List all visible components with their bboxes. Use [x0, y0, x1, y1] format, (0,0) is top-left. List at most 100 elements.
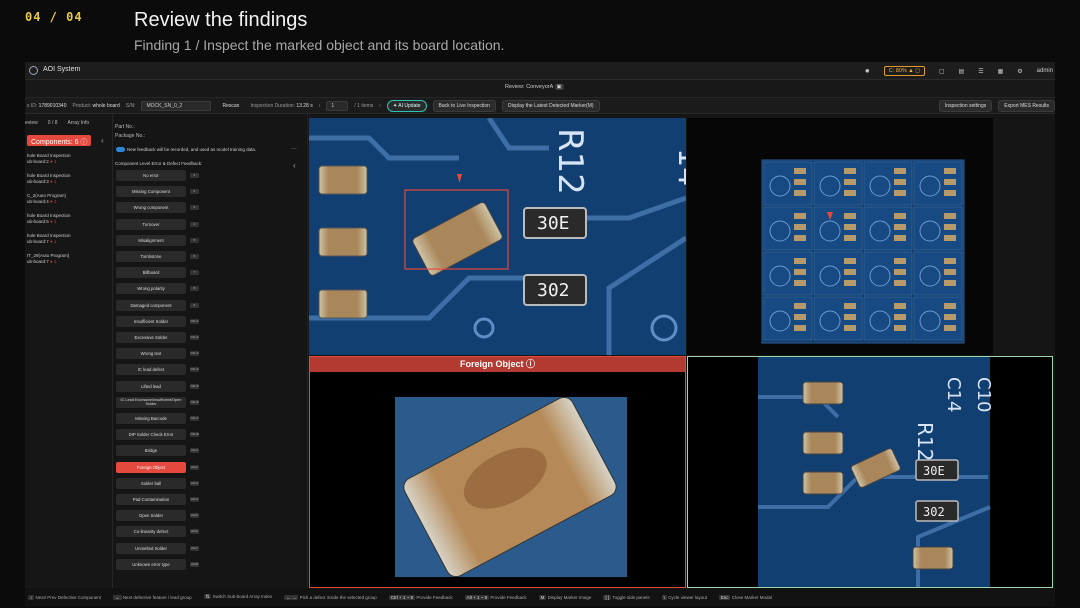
sun-icon[interactable]: ✹ [865, 68, 870, 75]
feedback-section-title: Component Level Error & Defect Feedback: [115, 161, 203, 166]
chip-label-1: 30E [537, 213, 570, 234]
id-label: s ID: 1789010340 [27, 102, 67, 109]
defect-type-button[interactable]: Insufficient Solder Ctrl+1 [116, 315, 199, 327]
user-name[interactable]: admin [1037, 68, 1055, 74]
components-count-button[interactable]: Components: 6 ⓘ [27, 135, 92, 146]
chevron-right-icon[interactable]: › [379, 103, 381, 109]
shortcut-hint: M Display Marker Image [538, 594, 592, 600]
shortcut-key: Alt+6 [190, 529, 199, 535]
defect-type-button[interactable]: Unmelted Solder Alt+7 [116, 542, 199, 554]
list-icon[interactable]: ☰ [978, 68, 983, 75]
shortcut-key: 3 [190, 205, 199, 211]
silk-r12-ctx: R12 [913, 422, 937, 461]
defect-type-button[interactable]: Misalignment 5 [116, 234, 199, 246]
defect-type-button[interactable]: Turnover 4 [116, 218, 199, 230]
collapse-icon[interactable]: ‹ [101, 136, 104, 145]
component-closeup-view[interactable]: 30E 302 R12 14 [309, 118, 686, 355]
feedback-panel: Part No.: Package No.: New feedback will… [113, 114, 308, 588]
defect-type-button[interactable]: Tombstone 6 [116, 251, 199, 262]
shortcut-key: Alt+5 [190, 513, 199, 519]
component-list-item[interactable]: hole Board Inspection ub-board:2 ● 1 [27, 153, 71, 165]
defect-type-button[interactable]: Wrong text Ctrl+3 [116, 348, 199, 360]
panel-collapse-icon[interactable]: ‹ [293, 161, 296, 170]
defect-type-button[interactable]: Unknown error type Alt+8 [116, 558, 199, 570]
export-mes-button[interactable]: Export MES Results [998, 99, 1055, 112]
shortcut-hint: Ctrl + 1 ~ 9 Provide Feedback [388, 594, 453, 600]
board-overview-view[interactable]: + [687, 118, 993, 355]
shortcut-hint: Alt + 1 ~ 9 Provide Feedback [464, 594, 527, 600]
defect-type-button[interactable]: Co-linearity defect Alt+6 [116, 526, 199, 538]
sub-board-component [944, 235, 956, 241]
shortcut-key: Ctrl+2 [190, 335, 199, 340]
back-to-live-button[interactable]: Back to Live Inspection [432, 99, 496, 112]
component-list-item[interactable]: hole Board Inspection ub-board:5 ● 1 [27, 213, 71, 225]
defect-type-button[interactable]: Wrong component 3 [116, 202, 199, 214]
status-indicator[interactable]: C: 80% ▲ ◻ [883, 66, 925, 76]
defect-type-button[interactable]: Foreign Object Alt+2 [116, 461, 199, 473]
ctx-chip-label-2: 302 [923, 505, 945, 519]
defect-type-button[interactable]: IC Lead Excessive/Insufficient/Open Sold… [116, 396, 199, 408]
sub-board-component [844, 168, 856, 174]
aoi-app-window: AOI System ✹ C: 80% ▲ ◻ ▢ ▤ ☰ ▦ ⚙ admin … [25, 62, 1055, 606]
defect-type-button[interactable]: Excessive Solder Ctrl+2 [116, 332, 199, 343]
defect-type-button[interactable]: IC lead defect Ctrl+4 [116, 364, 199, 376]
component-list-item[interactable]: C_2(Auto Program) ub-board:4 ● 2 [27, 193, 66, 205]
defect-type-button[interactable]: Open Solder Alt+5 [116, 510, 199, 522]
silk-c10: C10 [973, 377, 994, 412]
defect-type-button[interactable]: Solder ball Alt+3 [116, 477, 199, 489]
component-list-item[interactable]: hole Board Inspection ub-board:3 ● 1 [27, 173, 71, 185]
chevron-left-icon[interactable]: ‹ [319, 103, 321, 109]
defect-type-button[interactable]: Missing Component 2 [116, 186, 199, 198]
sub-board-component [894, 314, 906, 320]
grid-icon[interactable]: ▦ [998, 68, 1004, 75]
defect-type-button[interactable]: Billboard 7 [116, 267, 199, 279]
defect-type-button[interactable]: DIP Solder Check Error Ctrl+8 [116, 429, 199, 441]
shortcut-key: Ctrl+7 [190, 416, 199, 421]
tab-array-count[interactable]: 0 / 8 [48, 120, 58, 126]
sub-board-component [894, 179, 906, 185]
sub-board-component [794, 303, 806, 309]
defect-type-button[interactable]: Lifted lead Ctrl+5 [116, 380, 199, 392]
sub-board-component [794, 280, 806, 286]
shortcut-key: Ctrl+4 [190, 367, 199, 373]
gear-icon[interactable]: ⚙ [1017, 68, 1022, 75]
review-tab[interactable]: Review: ConveyorA ▣ [505, 84, 564, 90]
sub-board-component [894, 269, 906, 275]
defect-title-bar: Foreign Object ⓘ [310, 357, 685, 372]
inspection-settings-button[interactable]: Inspection settings [938, 99, 993, 112]
rescan-button[interactable]: Rescan [217, 101, 244, 111]
page-input[interactable]: 1 [326, 100, 349, 111]
board-context-view[interactable]: 30E 302 C10 C14 R12 [687, 356, 1053, 588]
defect-type-button[interactable]: Bridge Alt+1 [116, 445, 199, 457]
defect-type-button[interactable]: Wrong polarity 8 [116, 283, 199, 295]
tab-array-info[interactable]: Array Info [68, 120, 90, 126]
defect-type-button[interactable]: Missing Barcode Ctrl+7 [116, 413, 199, 424]
sub-board-component [794, 179, 806, 185]
feedback-toggle[interactable] [116, 147, 125, 152]
shortcut-key: Alt+8 [190, 561, 199, 567]
document-icon[interactable]: ▤ [959, 68, 965, 75]
review-tab-bar: Review: ConveyorA ▣ [25, 80, 1055, 98]
ai-update-button[interactable]: ✦ AI Update [386, 99, 427, 112]
defect-type-button[interactable]: Damaged component 9 [116, 299, 199, 311]
defect-type-button[interactable]: Pad Contamination Alt+4 [116, 494, 199, 505]
display-latest-marker-button[interactable]: Display the Latest Detected Marker(M) [501, 99, 600, 112]
component-list-item[interactable]: IT_29(Auto Program) ub-board:7 ● 1 [27, 253, 69, 265]
shortcut-hint: ↕ Next/ Prev Defective Component [28, 594, 102, 600]
tab-review[interactable]: eview [25, 120, 38, 126]
copy-icon[interactable]: ▢ [939, 68, 945, 75]
sub-board-component [794, 235, 806, 241]
component-list-item[interactable]: hole Board Inspection ub-board:7 ● 1 [27, 233, 71, 245]
defect-type-button[interactable]: No error 1 [116, 170, 199, 181]
sub-board-component [944, 269, 956, 275]
part-no-label: Part No.: [115, 124, 135, 130]
sub-board-component [844, 314, 856, 320]
duration-label: Inspection Duration: 13.28 s [250, 102, 313, 109]
sub-board-component [794, 269, 806, 275]
more-icon[interactable]: … [291, 145, 297, 151]
sub-board-component [944, 280, 956, 286]
silk-c14: C14 [943, 377, 964, 412]
defect-zoom-view[interactable]: Foreign Object ⓘ [309, 356, 686, 588]
info-icon: ⓘ [526, 359, 536, 369]
sn-field[interactable]: MOCK_SN_0_2 [141, 100, 212, 111]
